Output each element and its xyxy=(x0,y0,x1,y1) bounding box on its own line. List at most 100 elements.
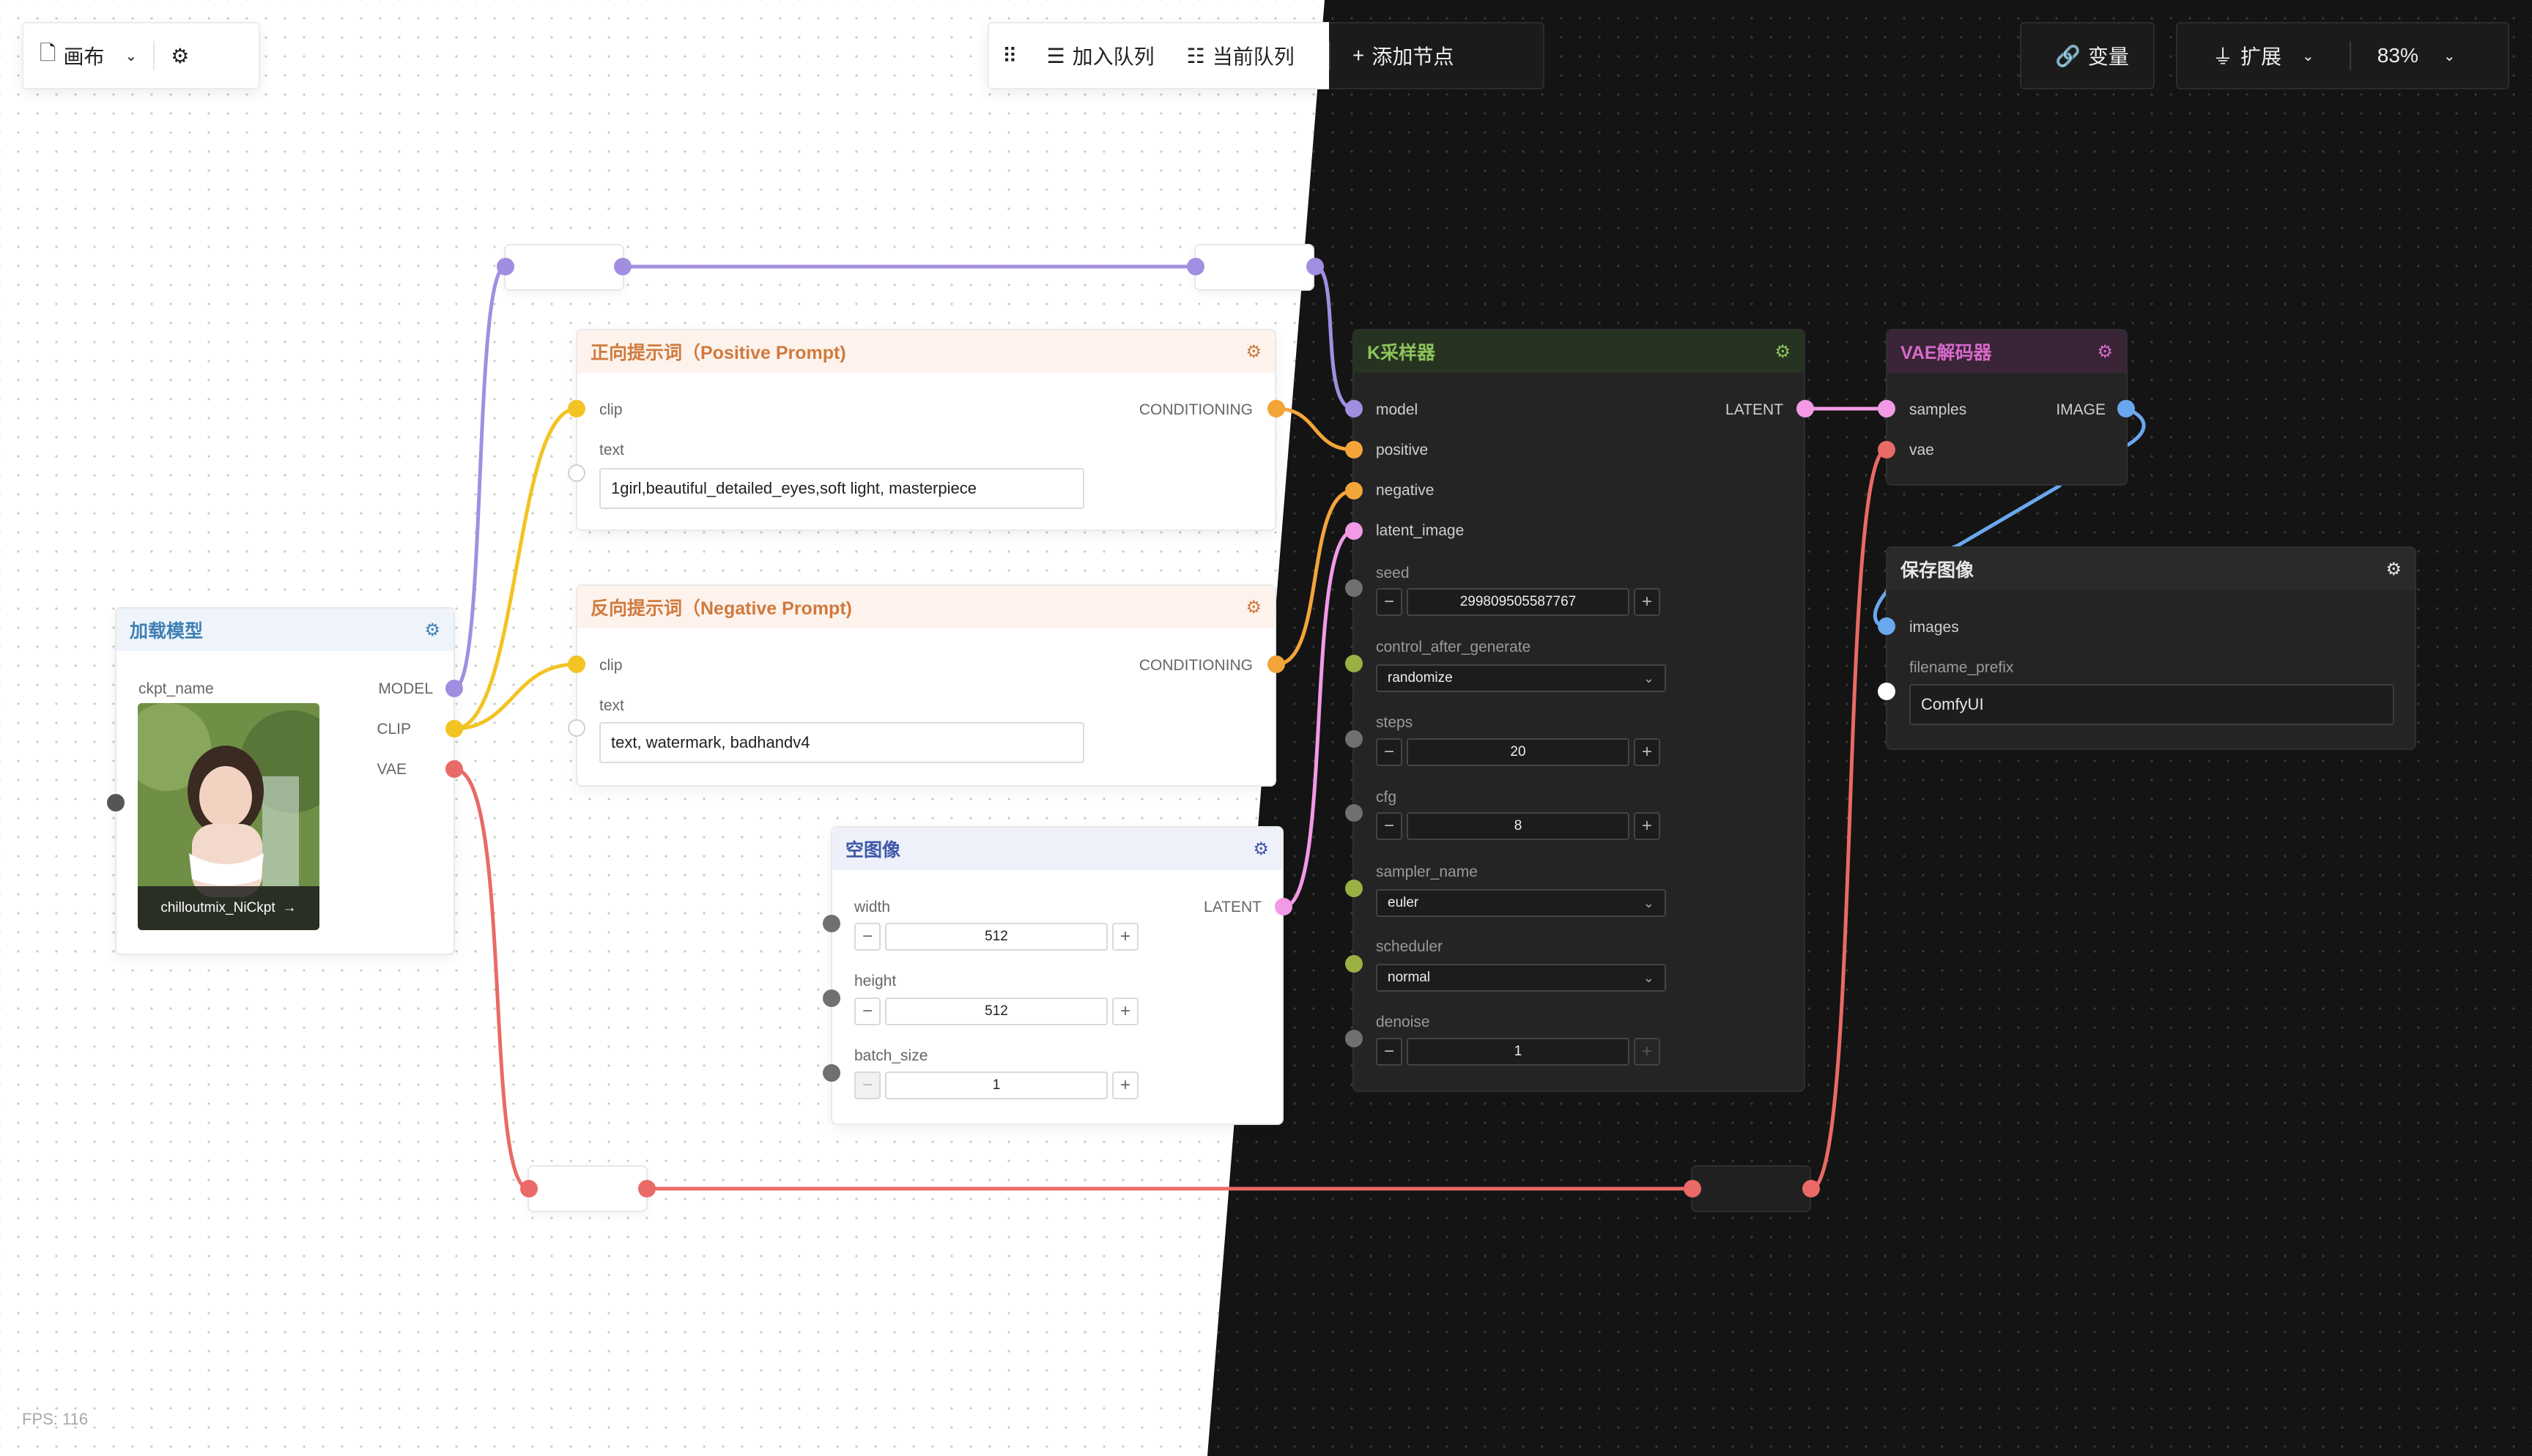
port-ksampler-scheduler-input[interactable] xyxy=(1345,955,1363,973)
port-load-model-input[interactable] xyxy=(107,794,125,811)
port-reroute-model-1-out[interactable] xyxy=(614,258,632,275)
port-reroute-model-2-in[interactable] xyxy=(1187,258,1204,275)
variables-button[interactable]: 🔗 变量 xyxy=(2021,23,2163,88)
scheduler-select[interactable]: normal ⌄ xyxy=(1376,964,1666,992)
port-height-input[interactable] xyxy=(823,989,840,1007)
port-positive-clip-input[interactable] xyxy=(568,400,585,417)
node-vae-decode[interactable]: VAE解码器 ⚙ samples IMAGE vae xyxy=(1886,329,2128,486)
port-ksampler-latent-input[interactable] xyxy=(1345,522,1363,540)
width-value[interactable]: 512 xyxy=(885,923,1108,951)
batch-size-stepper[interactable]: − 1 + xyxy=(854,1071,1139,1099)
port-save-prefix-input[interactable] xyxy=(1878,683,1895,700)
decrement-button[interactable]: − xyxy=(854,1071,881,1099)
gear-icon[interactable]: ⚙ xyxy=(2385,559,2402,580)
gear-icon[interactable]: ⚙ xyxy=(1774,341,1791,363)
denoise-stepper[interactable]: − 1 + xyxy=(1376,1038,1660,1066)
add-node-button[interactable]: + 添加节点 xyxy=(1330,23,1476,88)
port-vae-decode-vae-input[interactable] xyxy=(1878,441,1895,458)
checkpoint-select-button[interactable]: chilloutmix_NiCkpt → xyxy=(138,886,319,930)
reroute-vae-2[interactable] xyxy=(1691,1165,1811,1212)
increment-button[interactable]: + xyxy=(1634,812,1660,840)
settings-button[interactable]: ⚙ xyxy=(155,23,205,88)
node-header[interactable]: VAE解码器 ⚙ xyxy=(1887,330,2126,373)
node-positive-prompt[interactable]: 正向提示词（Positive Prompt) ⚙ clip CONDITIONI… xyxy=(576,329,1276,531)
filename-prefix-input[interactable]: ComfyUI xyxy=(1909,684,2394,725)
reroute-model-2[interactable] xyxy=(1194,244,1314,291)
node-header[interactable]: 保存图像 ⚙ xyxy=(1887,548,2415,590)
zoom-control[interactable]: 83% ⌄ xyxy=(2351,23,2482,88)
node-header[interactable]: 加载模型 ⚙ xyxy=(116,609,454,651)
port-reroute-model-2-out[interactable] xyxy=(1306,258,1324,275)
port-reroute-vae-1-in[interactable] xyxy=(520,1180,538,1197)
increment-button[interactable]: + xyxy=(1634,1038,1660,1066)
node-header[interactable]: 正向提示词（Positive Prompt) ⚙ xyxy=(577,330,1275,373)
port-ksampler-control-input[interactable] xyxy=(1345,655,1363,672)
cfg-value[interactable]: 8 xyxy=(1407,812,1629,840)
port-negative-conditioning-output[interactable] xyxy=(1267,655,1285,673)
port-save-images-input[interactable] xyxy=(1878,617,1895,635)
node-ksampler[interactable]: K采样器 ⚙ model LATENT positive negative la… xyxy=(1352,329,1805,1092)
reroute-model-1[interactable] xyxy=(504,244,624,291)
port-reroute-vae-2-out[interactable] xyxy=(1802,1180,1820,1197)
node-header[interactable]: 空图像 ⚙ xyxy=(832,828,1282,870)
port-batch-size-input[interactable] xyxy=(823,1064,840,1082)
batch-size-value[interactable]: 1 xyxy=(885,1071,1108,1099)
port-ksampler-positive-input[interactable] xyxy=(1345,441,1363,458)
sampler-name-select[interactable]: euler ⌄ xyxy=(1376,889,1666,917)
decrement-button[interactable]: − xyxy=(1376,738,1402,766)
gear-icon[interactable]: ⚙ xyxy=(1245,341,1262,363)
port-ksampler-seed-input[interactable] xyxy=(1345,579,1363,597)
node-save-image[interactable]: 保存图像 ⚙ images filename_prefix ComfyUI xyxy=(1886,546,2416,750)
node-negative-prompt[interactable]: 反向提示词（Negative Prompt) ⚙ clip CONDITIONI… xyxy=(576,584,1276,787)
height-stepper[interactable]: − 512 + xyxy=(854,998,1139,1025)
port-vae-decode-samples-input[interactable] xyxy=(1878,400,1895,417)
port-positive-conditioning-output[interactable] xyxy=(1267,400,1285,417)
node-header[interactable]: 反向提示词（Negative Prompt) ⚙ xyxy=(577,586,1275,628)
decrement-button[interactable]: − xyxy=(854,998,881,1025)
port-positive-text-input[interactable] xyxy=(568,464,585,482)
increment-button[interactable]: + xyxy=(1112,1071,1139,1099)
port-negative-text-input[interactable] xyxy=(568,719,585,737)
current-queue-button[interactable]: ☷ 当前队列 xyxy=(1171,23,1311,88)
reroute-vae-1[interactable] xyxy=(528,1165,648,1212)
port-vae-decode-image-output[interactable] xyxy=(2117,400,2135,417)
seed-value[interactable]: 299809505587767 xyxy=(1407,588,1629,616)
gear-icon[interactable]: ⚙ xyxy=(1245,597,1262,618)
gear-icon[interactable]: ⚙ xyxy=(424,620,440,641)
add-to-queue-button[interactable]: ☰ 加入队列 xyxy=(1031,23,1171,88)
decrement-button[interactable]: − xyxy=(1376,812,1402,840)
decrement-button[interactable]: − xyxy=(1376,1038,1402,1066)
port-ksampler-steps-input[interactable] xyxy=(1345,730,1363,748)
port-width-input[interactable] xyxy=(823,915,840,932)
port-vae-output[interactable] xyxy=(445,760,463,778)
extensions-button[interactable]: ⏚ 扩展 ⌄ xyxy=(2177,23,2350,88)
port-ksampler-model-input[interactable] xyxy=(1345,400,1363,417)
port-ksampler-sampler-input[interactable] xyxy=(1345,880,1363,897)
port-reroute-model-1-in[interactable] xyxy=(497,258,514,275)
positive-text-input[interactable]: 1girl,beautiful_detailed_eyes,soft light… xyxy=(599,468,1084,509)
cfg-stepper[interactable]: − 8 + xyxy=(1376,812,1660,840)
port-reroute-vae-1-out[interactable] xyxy=(638,1180,656,1197)
checkpoint-thumbnail[interactable]: chilloutmix_NiCkpt → xyxy=(138,703,319,930)
port-ksampler-denoise-input[interactable] xyxy=(1345,1030,1363,1047)
increment-button[interactable]: + xyxy=(1634,588,1660,616)
increment-button[interactable]: + xyxy=(1634,738,1660,766)
decrement-button[interactable]: − xyxy=(854,923,881,951)
node-header[interactable]: K采样器 ⚙ xyxy=(1354,330,1804,373)
denoise-value[interactable]: 1 xyxy=(1407,1038,1629,1066)
control-after-generate-select[interactable]: randomize ⌄ xyxy=(1376,664,1666,692)
port-latent-output[interactable] xyxy=(1275,898,1292,915)
port-ksampler-cfg-input[interactable] xyxy=(1345,804,1363,822)
node-empty-latent[interactable]: 空图像 ⚙ width LATENT − 512 + height − 512 … xyxy=(831,826,1284,1125)
increment-button[interactable]: + xyxy=(1112,998,1139,1025)
gear-icon[interactable]: ⚙ xyxy=(1253,839,1269,860)
port-reroute-vae-2-in[interactable] xyxy=(1684,1180,1701,1197)
height-value[interactable]: 512 xyxy=(885,998,1108,1025)
steps-stepper[interactable]: − 20 + xyxy=(1376,738,1660,766)
decrement-button[interactable]: − xyxy=(1376,588,1402,616)
port-ksampler-negative-input[interactable] xyxy=(1345,482,1363,499)
canvas-menu-button[interactable]: 🗋 画布 ⌄ xyxy=(23,23,153,88)
gear-icon[interactable]: ⚙ xyxy=(2097,341,2113,363)
port-model-output[interactable] xyxy=(445,680,463,697)
port-ksampler-latent-output[interactable] xyxy=(1796,400,1814,417)
